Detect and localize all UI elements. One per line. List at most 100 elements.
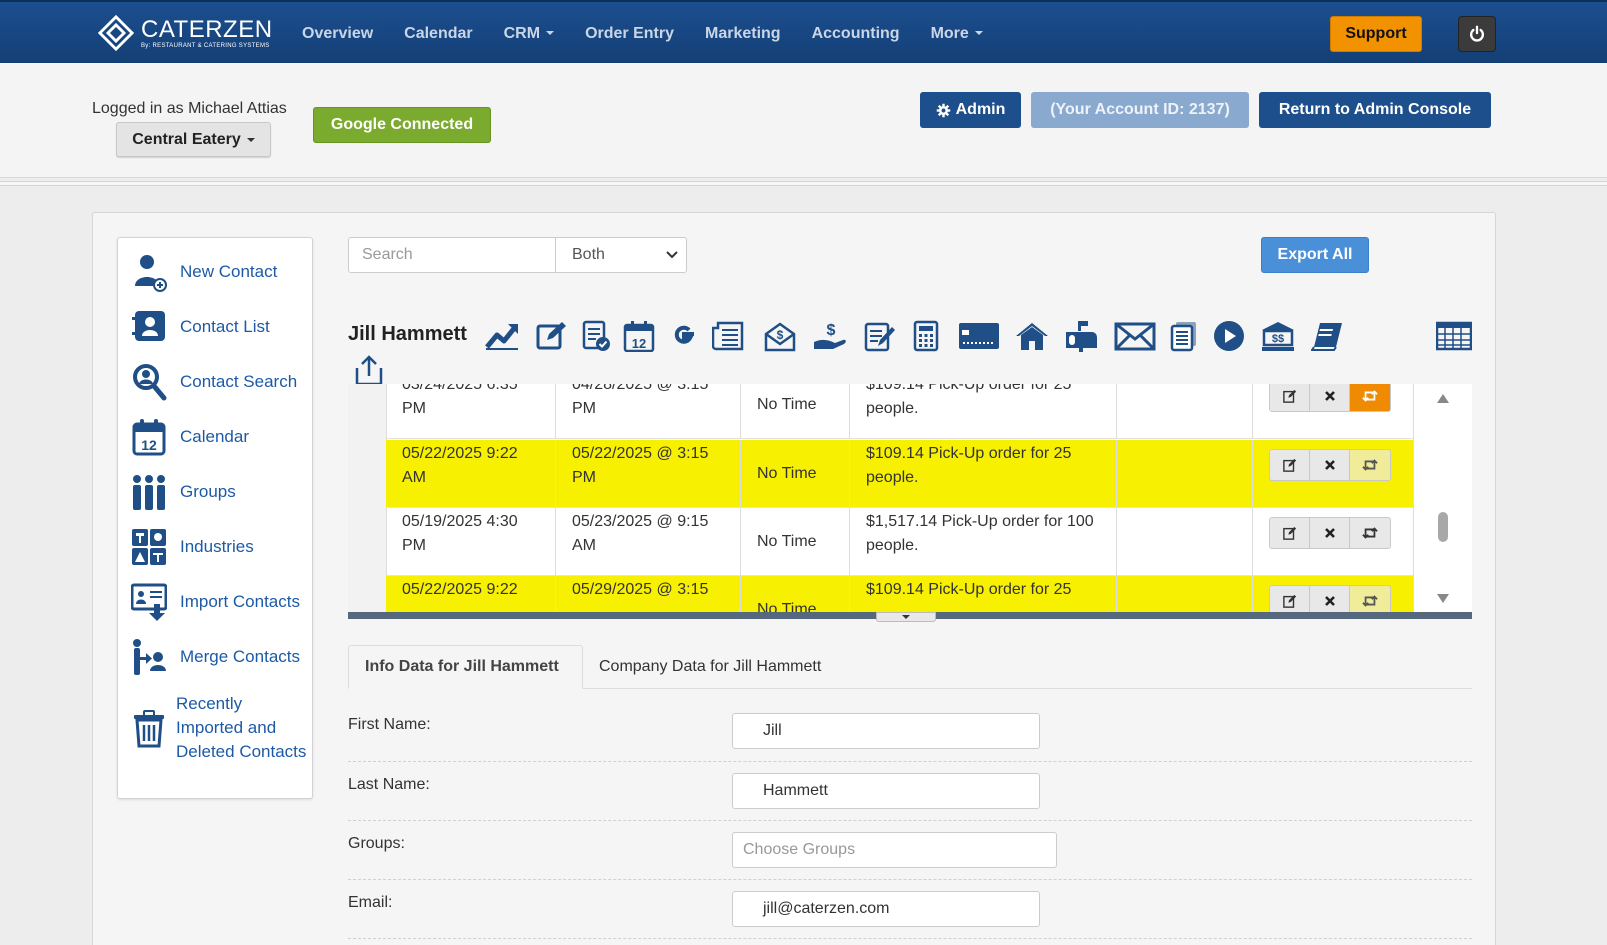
sidebar-item-new-contact[interactable]: New Contact bbox=[130, 252, 277, 292]
email-field[interactable]: jill@caterzen.com bbox=[732, 891, 1040, 927]
order-actions-cell bbox=[1253, 384, 1413, 439]
sidebar-item-label: Recently Imported and Deleted Contacts bbox=[176, 694, 307, 761]
last-name-field[interactable]: Hammett bbox=[732, 773, 1040, 809]
groups-select[interactable]: Choose Groups bbox=[732, 832, 1057, 868]
payment-hand-icon[interactable]: $ bbox=[812, 318, 848, 354]
google-connected-button[interactable]: Google Connected bbox=[313, 107, 491, 143]
table-row[interactable]: 05/22/2025 9:22 05/29/2025 @ 3:15 No Tim… bbox=[386, 576, 1413, 615]
chevron-down-icon bbox=[902, 615, 910, 619]
grid-scrollbar[interactable] bbox=[1413, 384, 1472, 615]
edit-order-button[interactable] bbox=[1270, 450, 1310, 480]
nav-marketing[interactable]: Marketing bbox=[705, 25, 781, 43]
order-actions-cell bbox=[1253, 440, 1413, 508]
sidebar-item-merge-contacts[interactable]: Merge Contacts bbox=[130, 637, 300, 677]
order-event-cell: 05/29/2025 @ 3:15 bbox=[556, 576, 741, 615]
location-label: Central Eatery bbox=[132, 130, 241, 148]
import-contacts-icon bbox=[130, 582, 168, 622]
admin-button[interactable]: Admin bbox=[920, 92, 1021, 128]
spreadsheet-grid-icon[interactable] bbox=[1436, 318, 1472, 354]
nav-accounting[interactable]: Accounting bbox=[812, 25, 900, 43]
repeat-order-button[interactable] bbox=[1350, 586, 1390, 615]
sidebar-item-groups[interactable]: Groups bbox=[130, 472, 236, 512]
repeat-order-button[interactable] bbox=[1350, 384, 1390, 411]
chevron-down-icon bbox=[666, 251, 678, 259]
search-scope-select[interactable]: Both bbox=[555, 237, 687, 273]
delete-order-button[interactable] bbox=[1310, 450, 1350, 480]
admin-label: Admin bbox=[955, 101, 1006, 118]
order-time-cell: No Time bbox=[741, 440, 850, 508]
order-time-cell: No Time bbox=[741, 508, 850, 576]
table-row[interactable]: 05/19/2025 4:30 PM 05/23/2025 @ 9:15 AM … bbox=[386, 508, 1413, 576]
export-all-button[interactable]: Export All bbox=[1261, 237, 1369, 273]
logout-button[interactable] bbox=[1458, 16, 1496, 52]
nav-calendar[interactable]: Calendar bbox=[404, 25, 472, 43]
nav-more[interactable]: More bbox=[931, 25, 983, 43]
sidebar-item-recently-deleted[interactable]: Recently Imported and Deleted Contacts bbox=[130, 692, 308, 764]
order-actions-cell bbox=[1253, 576, 1413, 615]
nav-order-entry[interactable]: Order Entry bbox=[585, 25, 674, 43]
search-input[interactable] bbox=[348, 237, 556, 273]
return-admin-console-button[interactable]: Return to Admin Console bbox=[1259, 92, 1491, 128]
checklist-icon[interactable] bbox=[578, 318, 614, 354]
document-edit-icon[interactable] bbox=[862, 318, 898, 354]
first-name-field[interactable]: Jill bbox=[732, 713, 1040, 749]
edit-order-button[interactable] bbox=[1270, 518, 1310, 548]
support-button[interactable]: Support bbox=[1330, 16, 1422, 52]
envelope-icon[interactable] bbox=[1113, 318, 1157, 354]
sidebar-item-label: Industries bbox=[180, 537, 254, 556]
play-icon[interactable] bbox=[1211, 318, 1247, 354]
top-navbar: CATERZEN By: RESTAURANT & CATERING SYSTE… bbox=[0, 0, 1607, 63]
scroll-up-arrow-icon[interactable] bbox=[1437, 394, 1449, 403]
order-empty-cell bbox=[1117, 440, 1253, 508]
receipt-icon[interactable] bbox=[712, 318, 748, 354]
bank-icon[interactable]: $$ bbox=[1260, 318, 1296, 354]
svg-text:$: $ bbox=[827, 322, 836, 339]
sidebar-item-contact-list[interactable]: Contact List bbox=[130, 307, 270, 347]
last-name-label: Last Name: bbox=[348, 776, 430, 793]
sidebar-item-import-contacts[interactable]: Import Contacts bbox=[130, 582, 300, 622]
order-description-cell: $109.14 Pick-Up order for 25 people. bbox=[850, 440, 1117, 508]
groups-icon bbox=[130, 472, 168, 512]
location-dropdown[interactable]: Central Eatery bbox=[116, 122, 271, 157]
sales-chart-icon[interactable] bbox=[484, 318, 520, 354]
delete-order-button[interactable] bbox=[1310, 586, 1350, 615]
orders-grid: 03/24/2025 6:35 PM 04/28/2025 @ 3:15 PM … bbox=[348, 384, 1472, 615]
invoice-mail-icon[interactable]: $ bbox=[762, 318, 798, 354]
notebook-icon[interactable] bbox=[1309, 318, 1345, 354]
delete-order-button[interactable] bbox=[1310, 384, 1350, 411]
scroll-down-arrow-icon[interactable] bbox=[1437, 594, 1449, 603]
sidebar-item-calendar[interactable]: 12 Calendar bbox=[130, 417, 249, 457]
mailbox-icon[interactable] bbox=[1063, 318, 1099, 354]
delete-order-button[interactable] bbox=[1310, 518, 1350, 548]
order-description-cell: $1,517.14 Pick-Up order for 100 people. bbox=[850, 508, 1117, 576]
order-created-cell: 05/19/2025 4:30 PM bbox=[386, 508, 556, 576]
repeat-order-button[interactable] bbox=[1350, 450, 1390, 480]
tab-info-data[interactable]: Info Data for Jill Hammett bbox=[348, 645, 583, 689]
home-icon[interactable] bbox=[1014, 318, 1050, 354]
google-icon[interactable] bbox=[666, 318, 702, 354]
calculator-icon[interactable] bbox=[908, 318, 944, 354]
edit-contact-icon[interactable] bbox=[533, 318, 569, 354]
calendar-12-icon[interactable]: 12 bbox=[621, 318, 657, 354]
edit-icon bbox=[1282, 389, 1296, 403]
nav-overview[interactable]: Overview bbox=[302, 25, 373, 43]
nav-crm[interactable]: CRM bbox=[504, 25, 555, 43]
table-row[interactable]: 05/22/2025 9:22 AM 05/22/2025 @ 3:15 PM … bbox=[386, 440, 1413, 508]
share-export-icon[interactable] bbox=[351, 352, 387, 388]
grid-resize-handle[interactable] bbox=[876, 612, 936, 622]
documents-icon[interactable] bbox=[1166, 318, 1202, 354]
table-row[interactable]: 03/24/2025 6:35 PM 04/28/2025 @ 3:15 PM … bbox=[386, 384, 1413, 439]
scroll-thumb[interactable] bbox=[1438, 512, 1448, 542]
account-id-button[interactable]: (Your Account ID: 2137) bbox=[1031, 92, 1249, 128]
caterzen-logo[interactable]: CATERZEN By: RESTAURANT & CATERING SYSTE… bbox=[97, 14, 273, 52]
sidebar-item-contact-search[interactable]: Contact Search bbox=[130, 362, 297, 402]
credit-card-icon[interactable] bbox=[957, 318, 1001, 354]
edit-order-button[interactable] bbox=[1270, 384, 1310, 411]
groups-label: Groups: bbox=[348, 835, 405, 852]
tab-company-data[interactable]: Company Data for Jill Hammett bbox=[583, 645, 837, 689]
repeat-order-button[interactable] bbox=[1350, 518, 1390, 548]
sidebar-item-industries[interactable]: Industries bbox=[130, 527, 254, 567]
edit-order-button[interactable] bbox=[1270, 586, 1310, 615]
row-actions bbox=[1269, 585, 1391, 615]
search-scope-value: Both bbox=[572, 246, 605, 263]
